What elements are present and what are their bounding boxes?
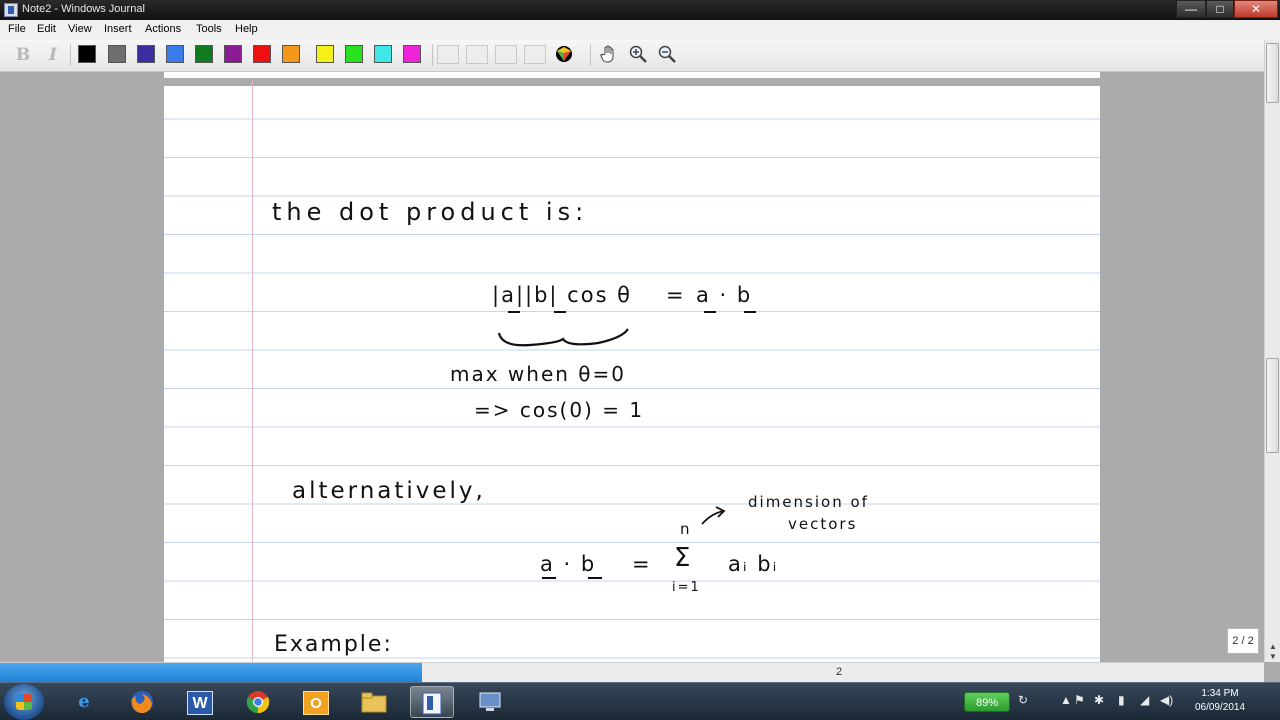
windows-journal-icon[interactable] (410, 686, 454, 718)
network-icon[interactable]: ◢ (1140, 693, 1149, 707)
clock-time: 1:34 PM (1201, 688, 1239, 699)
internet-explorer-icon[interactable]: e (62, 686, 106, 718)
vertical-scrollbar[interactable]: ▲ ▼ (1264, 40, 1280, 662)
start-button[interactable] (4, 684, 44, 720)
ink-arrow (701, 510, 725, 525)
scroll-thumb[interactable] (1266, 43, 1279, 103)
firefox-icon[interactable] (120, 686, 164, 718)
remote-desktop-icon[interactable] (468, 686, 512, 718)
file-explorer-icon[interactable] (352, 686, 396, 718)
battery-indicator[interactable]: 89% (964, 692, 1010, 712)
word-icon[interactable]: W (178, 686, 222, 718)
chrome-icon[interactable] (236, 686, 280, 718)
taskbar: e W O 89% ↻ ▲ ⚑ ✱ ▮ ◢ ◀) 1:34 PM 06/09/2… (0, 682, 1280, 720)
action-center-flag-icon[interactable]: ⚑ (1074, 693, 1085, 707)
scroll-down-arrow-icon[interactable]: ▼ (1267, 652, 1279, 662)
page-indicator: 2 / 2 (1227, 628, 1259, 654)
ink-strokes (497, 311, 756, 579)
system-clock[interactable]: 1:34 PM 06/09/2014 (1182, 687, 1258, 715)
ink-brace (497, 328, 629, 347)
show-hidden-icons-icon[interactable]: ▲ (1060, 693, 1072, 707)
clock-date: 06/09/2014 (1194, 702, 1246, 713)
page-scroll-thumb[interactable] (1266, 358, 1279, 453)
outlook-icon[interactable]: O (294, 686, 338, 718)
power-icon[interactable]: ▮ (1118, 693, 1125, 707)
bluetooth-icon[interactable]: ✱ (1094, 693, 1104, 707)
page-number: 2 (836, 666, 843, 678)
sync-icon[interactable]: ↻ (1018, 693, 1028, 707)
volume-icon[interactable]: ◀) (1160, 693, 1173, 707)
status-bar: 2 (0, 662, 1264, 683)
horizontal-scroll-progress[interactable] (0, 663, 422, 683)
scroll-up-arrow-icon[interactable]: ▲ (1267, 642, 1279, 652)
